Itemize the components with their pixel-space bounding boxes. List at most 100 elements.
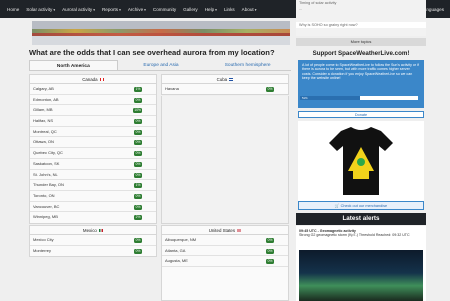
page-title: What are the odds that I can see overhea… [29,48,275,57]
chevron-down-icon: ▾ [53,7,56,12]
nav-archive[interactable]: Archive▾ [128,7,146,12]
chevron-down-icon: ▾ [215,7,217,12]
nav-help-label: Help [204,6,215,12]
city-name: Augusta, ME [165,258,188,264]
sidebar-topics: Timing of solar activity ... Why is SOHO… [296,0,426,36]
probability-badge: 0% [134,248,142,254]
table-row: Thunder Bay, ON 1% [30,180,156,191]
nav-community[interactable]: Community [153,7,176,12]
nav-home[interactable]: Home [7,7,19,12]
city-name: Thunder Bay, ON [33,182,64,188]
city-name: Monterrey [33,247,52,253]
donation-progress-fill: 51% [300,96,361,100]
mexico-flag-icon [99,229,104,233]
city-name: Havana [165,86,179,91]
probability-badge: 0% [266,248,274,254]
nav-reports[interactable]: Reports▾ [102,7,121,12]
nav-solar-activity[interactable]: Solar activity▾ [26,7,55,12]
city-name: Albuquerque, NM [165,237,197,242]
topic-link[interactable]: ... [296,6,426,12]
tab-north-america[interactable]: North America [29,60,118,70]
probability-badge: 0% [134,161,142,167]
city-name: Saskatoon, SK [33,160,60,166]
support-box: A lot of people come to SpaceWeatherLive… [298,60,424,108]
table-row: Quebec City, QC 0% [30,148,156,159]
nav-auroral-activity-label: Auroral activity [62,6,93,12]
table-row: Vancouver, BC 0% [30,202,156,213]
probability-badge: 0% [134,140,142,146]
city-name: Mexico City [33,237,54,242]
probability-badge: 0% [266,87,274,92]
cuba-title: Cuba [216,77,228,82]
chevron-down-icon: ▾ [119,7,121,12]
merchandise-image[interactable] [298,121,424,201]
city-name: Atlanta, GA [165,247,186,253]
city-name: Vancouver, BC [33,203,60,209]
city-name: Calgary, AB [33,86,54,91]
chevron-down-icon: ▾ [93,7,95,12]
probability-badge: 0% [134,129,142,135]
city-name: Halifax, NS [33,118,54,124]
us-table: United States Albuquerque, NM 0% Atlanta,… [161,225,289,301]
probability-badge: 0% [134,172,142,178]
tab-europe-asia[interactable]: Europe and Asia [118,60,205,70]
chevron-down-icon: ▾ [254,7,257,12]
city-name: Montreal, QC [33,128,57,134]
nav-gallery[interactable]: Gallery [183,7,198,12]
cuba-table-header: Cuba [162,75,288,84]
nav-reports-label: Reports [101,6,119,12]
table-row: Atlanta, GA 0% [162,246,288,257]
aurora-forecast-strip [32,21,290,45]
merchandise-label: Check out our merchandise [340,204,388,208]
more-topics-button[interactable]: More topics [296,38,426,46]
probability-badge: 0% [134,119,142,125]
mexico-table: Mexico Mexico City 0% Monterrey 0% [29,225,157,257]
table-row: Havana 0% [162,84,288,95]
nav-about[interactable]: About▾ [242,7,257,12]
nav-auroral-activity[interactable]: Auroral activity▾ [62,7,95,12]
probability-badge: 0% [266,259,274,265]
table-row: Montreal, QC 0% [30,127,156,138]
tshirt-icon [329,127,393,195]
city-name: Gillam, MB [33,107,53,113]
merchandise-button[interactable]: 🛒 Check out our merchandise [298,201,424,210]
probability-badge: 0% [134,193,142,199]
canada-table-header: Canada [30,75,156,84]
table-row: Gillam, MB 10% [30,105,156,117]
support-title: Support SpaceWeatherLive.com! [312,50,410,57]
chevron-down-icon: ▾ [144,7,146,12]
city-name: Quebec City, QC [33,150,63,156]
donate-button[interactable]: Donate [298,111,424,118]
probability-badge: 10% [133,108,142,114]
nav-archive-label: Archive [127,6,144,12]
us-table-header: United States [162,226,288,235]
nav-help[interactable]: Help▾ [205,7,217,12]
canada-flag-icon [99,78,104,82]
alert-text: Strong G2 geomagnetic storm (Kp7-) Thres… [299,233,410,238]
table-row: Monterrey 0% [30,246,156,257]
table-row: Ottawa, ON 0% [30,137,156,149]
mexico-title: Mexico [82,228,97,233]
probability-badge: 0% [266,238,274,243]
tab-southern-hemisphere[interactable]: Southern hemisphere [204,60,291,70]
mexico-table-header: Mexico [30,226,156,235]
probability-badge: 1% [134,87,142,92]
topic-link[interactable]: Why is SOHO so grainy right now? [296,22,426,28]
us-title: United States [208,228,236,233]
table-row: Edmonton, AB 0% [30,95,156,106]
canada-table: Canada Calgary, AB 1% Edmonton, AB 0% Gill… [29,74,157,224]
cuba-table: Cuba Havana 0% [161,74,289,95]
canada-title: Canada [82,77,98,82]
nav-solar-activity-label: Solar activity [26,6,53,12]
city-name: Toronto, ON [33,192,55,198]
probability-badge: 0% [134,238,142,243]
table-row: Albuquerque, NM 0% [162,235,288,246]
table-row: Winnipeg, MB 2% [30,212,156,223]
table-row: Saskatoon, SK 0% [30,159,156,170]
cuba-table-spacer [161,96,289,224]
nav-links[interactable]: Links [224,7,235,12]
region-tabs: North America Europe and Asia Southern h… [29,60,291,71]
nav-about-label: About [241,6,254,12]
cuba-flag-icon [229,78,234,82]
aurora-photo [299,250,423,301]
